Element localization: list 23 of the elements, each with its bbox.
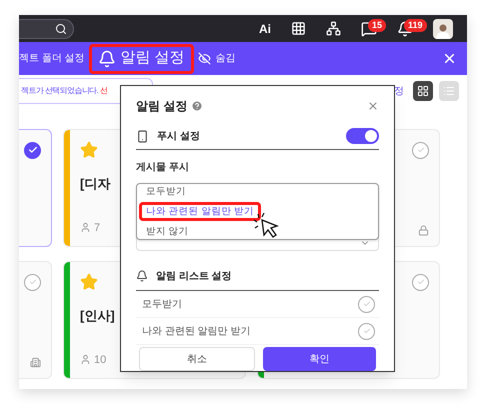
list-option: 모두받기 [142,296,182,312]
dropdown-option[interactable]: 모두받기 [139,182,193,201]
toolbar-tab[interactable]: 젝트 폴더 설정 [19,51,89,66]
count-badge: 15 [368,18,386,32]
member-count: 10 [94,352,106,368]
toolbar-tab[interactable]: 알림 설정 [88,44,194,74]
push-label: 푸시 설정 [157,130,200,144]
count-badge: 119 [404,18,427,32]
list-option: 나와 관련된 알림만 받기 [142,324,250,339]
settings-link[interactable]: 정 [394,84,404,98]
list-settings-label: 알림 리스트 설정 [156,270,232,284]
notice-text: 젝트가 선택되었습니다. 선 [21,85,108,97]
dropdown-option[interactable]: 받지 않기 [139,222,196,241]
post-push-label: 게시물 푸시 [136,160,190,175]
ai-button[interactable]: Ai [259,20,271,38]
card-title: [디자 [80,175,110,193]
dialog-title: 알림 설정 [136,98,188,115]
cancel-button[interactable]: 취소 [139,347,254,371]
card-title: [인사] [80,307,115,325]
member-count: 7 [94,220,100,236]
dropdown-option[interactable]: 나와 관련된 알림만 받기 [139,202,261,221]
confirm-button[interactable]: 확인 [262,347,376,371]
toolbar-tab[interactable]: 숨김 [194,51,240,66]
